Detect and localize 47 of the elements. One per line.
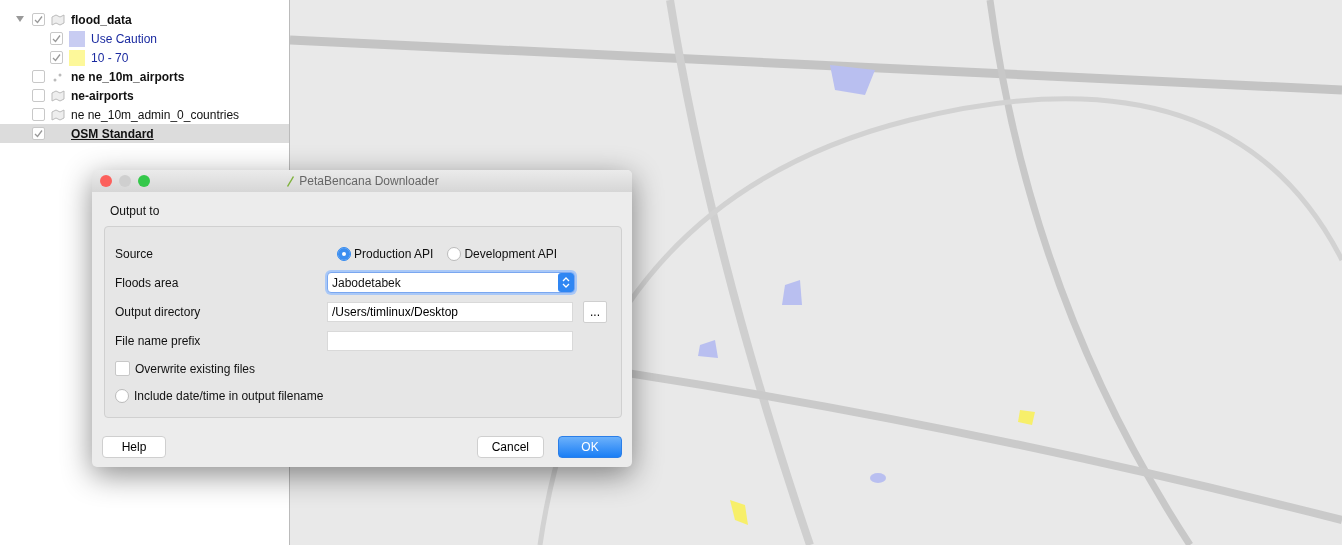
radio-button[interactable]: [115, 388, 129, 403]
window-control-button[interactable]: [119, 175, 131, 187]
window-control-button[interactable]: [138, 175, 150, 187]
dropdown-field[interactable]: Jabodetabek: [327, 272, 575, 293]
window-title: PetaBencana Downloader: [299, 173, 439, 190]
directory-field[interactable]: /Users/timlinux/Desktop: [327, 301, 573, 322]
window-control-button[interactable]: [100, 175, 112, 187]
legend-label: 10 - 70: [91, 49, 129, 67]
legend-checkbox[interactable]: [50, 32, 63, 45]
field-label: Source: [115, 245, 155, 263]
layer-checkbox[interactable]: [32, 70, 45, 83]
layer-name: OSM Standard: [71, 125, 154, 143]
cancel-button[interactable]: Cancel: [476, 436, 544, 458]
layer-name: flood_data: [71, 11, 132, 29]
field-label: Floods area: [115, 274, 180, 292]
layer-checkbox[interactable]: [32, 13, 45, 26]
pencil-icon: [285, 175, 296, 187]
layer-checkbox[interactable]: [32, 89, 45, 102]
polygon-layer-icon: [51, 13, 65, 26]
layer-name: ne-airports: [71, 87, 134, 105]
text-field[interactable]: [327, 330, 573, 351]
polygon-layer-icon: [51, 108, 65, 121]
layer-name: ne ne_10m_admin_0_countries: [71, 106, 240, 124]
layer-item[interactable]: ne-airports: [0, 86, 289, 105]
layer-item[interactable]: ne ne_10m_admin_0_countries: [0, 105, 289, 124]
legend-label: Use Caution: [91, 30, 158, 48]
expand-arrow-icon[interactable]: [16, 15, 24, 24]
layer-checkbox[interactable]: [32, 127, 45, 140]
help-button[interactable]: Help: [102, 436, 166, 458]
section-title: Output to: [110, 203, 160, 220]
browse-button[interactable]: ...: [583, 300, 607, 323]
radio-option[interactable]: Development API: [447, 244, 558, 263]
layer-item[interactable]: ne ne_10m_airports: [0, 67, 289, 86]
legend-checkbox[interactable]: [50, 51, 63, 64]
option-label: Overwrite existing files: [135, 360, 256, 378]
radio-button[interactable]: [447, 246, 462, 261]
checkbox[interactable]: [115, 361, 130, 376]
polygon-layer-icon: [51, 89, 65, 102]
radio-option[interactable]: Production API: [337, 244, 434, 263]
option-label: Include date/time in output filename: [134, 387, 324, 405]
layer-checkbox[interactable]: [32, 108, 45, 121]
radio-button[interactable]: [337, 246, 351, 261]
layer-item[interactable]: OSM Standard: [0, 124, 289, 143]
layer-name: ne ne_10m_airports: [71, 68, 185, 86]
field-label: Output directory: [115, 303, 202, 321]
field-label: File name prefix: [115, 332, 202, 350]
layer-item[interactable]: flood_data: [0, 10, 289, 29]
